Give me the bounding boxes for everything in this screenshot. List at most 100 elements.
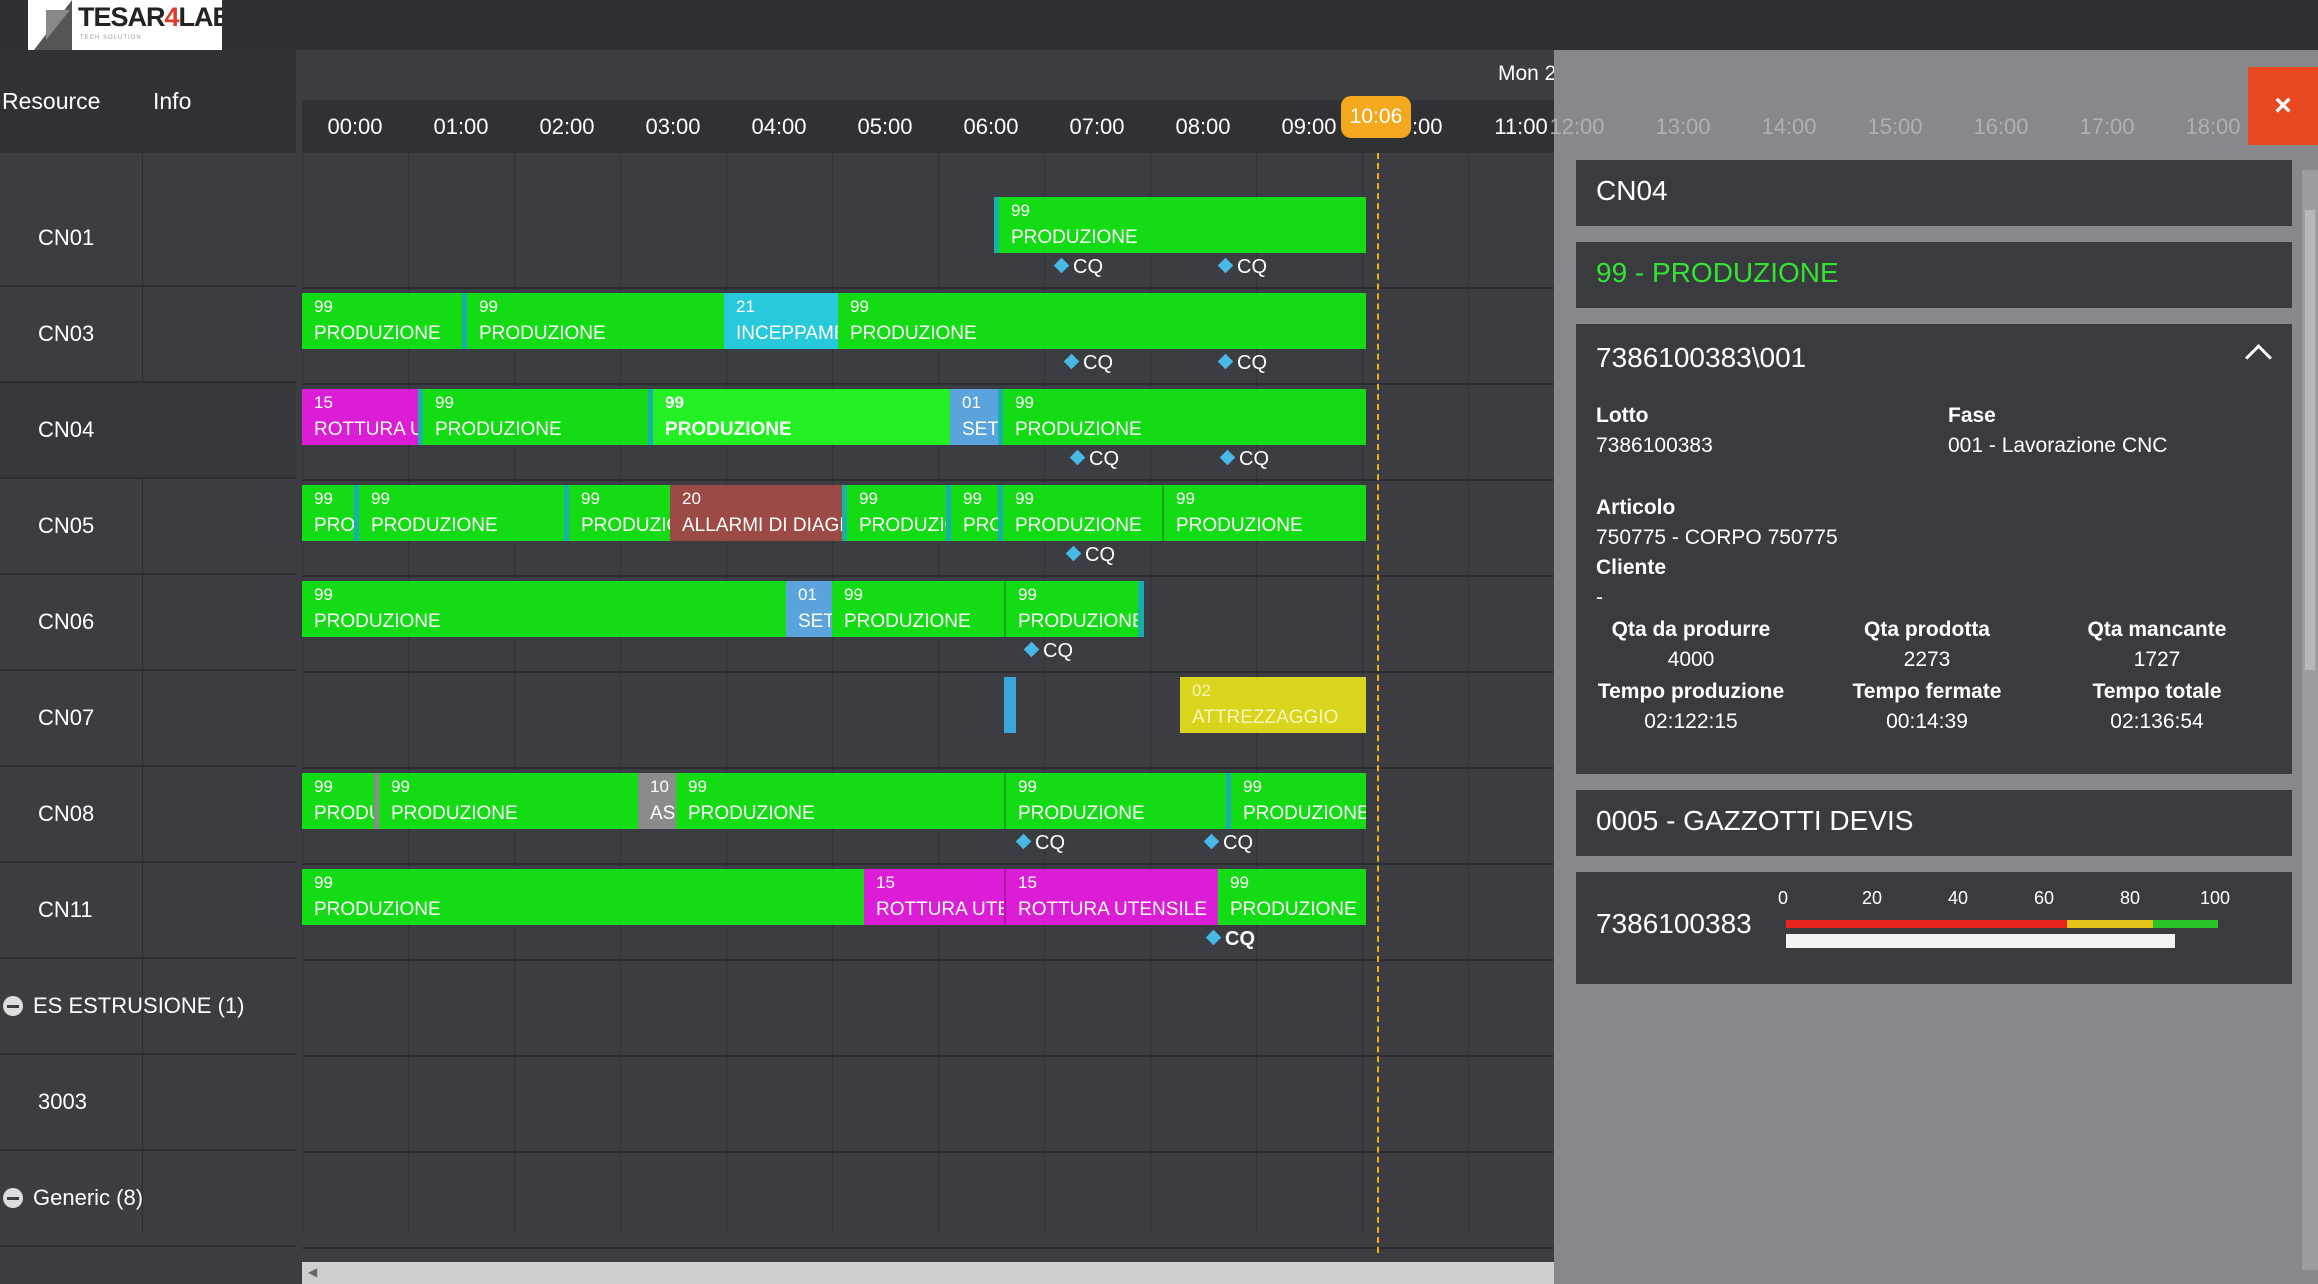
task-bar[interactable]: 99PRODUZIONE: [946, 485, 998, 541]
task-bar[interactable]: 15ROTTURA UTENSILE: [302, 389, 418, 445]
operator-name: 0005 - GAZZOTTI DEVIS: [1596, 805, 1914, 836]
task-bar[interactable]: 99PRODUZIONE: [1218, 869, 1366, 925]
column-header-resource[interactable]: Resource: [2, 50, 100, 153]
cq-marker[interactable]: CQ: [1053, 256, 1103, 279]
fase-value: 001 - Lavorazione CNC: [1948, 434, 2168, 457]
resource-row-3003[interactable]: 3003: [0, 1055, 296, 1151]
collapse-icon[interactable]: [3, 996, 23, 1016]
resource-row-cn08[interactable]: CN08: [0, 767, 296, 863]
cq-marker[interactable]: CQ: [1217, 352, 1267, 375]
group-row-generic[interactable]: Generic (8): [0, 1151, 296, 1247]
task-bar[interactable]: 99PRODUZIONE: [462, 293, 724, 349]
qta-mancante-label: Qta mancante: [2087, 618, 2227, 641]
hour-label: 06:00: [963, 114, 1019, 139]
vertical-scrollbar[interactable]: [2302, 170, 2318, 1270]
resource-name: CN08: [38, 801, 95, 826]
row-line: [302, 575, 1554, 577]
cq-marker[interactable]: CQ: [1065, 544, 1115, 567]
hour-label-faded: 13:00: [1655, 114, 1711, 139]
group-name: Generic (8): [33, 1185, 144, 1210]
task-bar[interactable]: 99PRODUZIONE: [1004, 773, 1226, 829]
logo-mark-accent-icon: [46, 10, 70, 40]
task-bar[interactable]: 99PRODUZIONE: [842, 485, 946, 541]
cq-marker[interactable]: CQ: [1015, 832, 1065, 855]
resource-row-cn11[interactable]: CN11: [0, 863, 296, 959]
chevron-up-icon[interactable]: [2245, 344, 2272, 371]
task-bar[interactable]: 99PRODUZIONE: [832, 581, 1004, 637]
row-line: [302, 479, 1554, 481]
horizontal-scrollbar[interactable]: ◀: [302, 1262, 1554, 1284]
hour-label: 04:00: [751, 114, 807, 139]
task-bar[interactable]: 99PRODUZIONE: [1162, 485, 1366, 541]
task-bar[interactable]: 99PRODUZIONE: [1226, 773, 1366, 829]
column-header-info[interactable]: Info: [153, 50, 191, 153]
task-bar[interactable]: 99PRODUZIONE: [1004, 581, 1144, 637]
resource-name: CN03: [38, 321, 95, 346]
hour-label: 08:00: [1175, 114, 1231, 139]
close-button[interactable]: ×: [2248, 67, 2318, 145]
hour-label-faded: 17:00: [2079, 114, 2135, 139]
task-bar[interactable]: 99PRODUZIONE: [302, 485, 354, 541]
qta-da-produrre-value: 4000: [1667, 648, 1715, 671]
task-bar[interactable]: 99PRODUZIONE: [994, 197, 1366, 253]
resource-row-cn04[interactable]: CN04: [0, 383, 296, 479]
articolo-label: Articolo: [1596, 496, 1676, 519]
task-bar[interactable]: 99PRODUZIONE: [998, 389, 1366, 445]
scale-tick: 80: [2120, 888, 2141, 908]
scale-tick: 0: [1778, 888, 1789, 908]
scroll-thumb[interactable]: [2305, 210, 2315, 670]
cq-marker[interactable]: CQ: [1217, 256, 1267, 279]
resource-row-cn01[interactable]: CN01: [0, 191, 296, 287]
task-bar[interactable]: 99PRODUZIONE: [302, 581, 786, 637]
scroll-left-icon[interactable]: ◀: [308, 1265, 317, 1279]
task-bar[interactable]: 15ROTTURA UTENSILE: [1004, 869, 1218, 925]
lotto-label: Lotto: [1596, 404, 1649, 427]
collapse-icon[interactable]: [3, 1188, 23, 1208]
task-bar[interactable]: 10ASSENZA: [638, 773, 676, 829]
resource-row-cn05[interactable]: CN05: [0, 479, 296, 575]
resource-row-cn06[interactable]: CN06: [0, 575, 296, 671]
task-bar[interactable]: 99PRODUZIONE: [302, 773, 374, 829]
task-bar-short[interactable]: [1004, 677, 1016, 733]
task-bar[interactable]: 02 ATTREZZAGGIO: [1180, 677, 1366, 733]
current-time-badge: 10:06: [1341, 96, 1411, 138]
qta-prodotta-label: Qta prodotta: [1864, 618, 1990, 641]
cq-marker[interactable]: CQ: [1219, 448, 1269, 471]
resource-name: CN06: [38, 609, 95, 634]
qta-mancante-value: 1727: [2133, 648, 2181, 671]
cq-marker[interactable]: CQ: [1063, 352, 1113, 375]
task-bar[interactable]: 99PRODUZIONE: [302, 293, 462, 349]
cq-marker[interactable]: CQ: [1203, 832, 1253, 855]
resource-row-cn07[interactable]: CN07: [0, 671, 296, 767]
task-bar[interactable]: 99PRODUZIONE: [838, 293, 1366, 349]
task-bar[interactable]: 01SETUP: [786, 581, 832, 637]
cq-marker[interactable]: CQ: [1023, 640, 1073, 663]
task-bar[interactable]: 20ALLARMI DI DIAGNOSTICA: [670, 485, 842, 541]
grid-line: [1468, 153, 1469, 1233]
task-bar[interactable]: 99PRODUZIONE: [564, 485, 670, 541]
task-bar-selected[interactable]: 99 PRODUZIONE: [648, 389, 950, 445]
company-logo[interactable]: TESAR4LAB TECH SOLUTION: [28, 0, 222, 50]
lotto-value: 7386100383: [1596, 434, 1713, 457]
cq-marker[interactable]: CQ: [1069, 448, 1119, 471]
task-bar[interactable]: 99PRODUZIONE: [302, 869, 864, 925]
task-bar[interactable]: 21INCEPPAMENTO: [724, 293, 838, 349]
task-bar[interactable]: 15ROTTURA UTENSILE: [864, 869, 1004, 925]
group-row-es-estrusione[interactable]: ES ESTRUSIONE (1): [0, 959, 296, 1055]
cq-marker[interactable]: CQ: [1205, 928, 1255, 951]
task-bar[interactable]: 99PRODUZIONE: [354, 485, 564, 541]
gantt-timeline: Mon 24/06/2019 00:00 01:00 02:00 03:00 0…: [302, 50, 1554, 1284]
scale-tick: 60: [2034, 888, 2055, 908]
row-line: [302, 1055, 1554, 1057]
resource-name: CN04: [38, 417, 95, 442]
task-bar[interactable]: 01SETUP: [950, 389, 998, 445]
details-panel: 12:00 13:00 14:00 15:00 16:00 17:00 18:0…: [1549, 50, 2318, 1284]
task-bar[interactable]: 99PRODUZIONE: [676, 773, 1004, 829]
order-card: 7386100383\001 Lotto 7386100383 Fase 001…: [1576, 324, 2292, 774]
resource-row-cn03[interactable]: CN03: [0, 287, 296, 383]
status-title: 99 - PRODUZIONE: [1596, 257, 1839, 288]
scale-tick: 40: [1948, 888, 1969, 908]
task-bar[interactable]: 99PRODUZIONE: [374, 773, 638, 829]
task-bar[interactable]: 99PRODUZIONE: [418, 389, 648, 445]
task-bar[interactable]: 99PRODUZIONE: [998, 485, 1162, 541]
